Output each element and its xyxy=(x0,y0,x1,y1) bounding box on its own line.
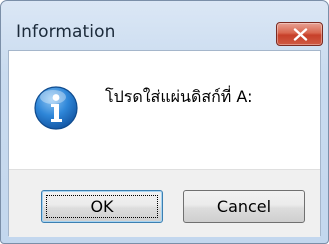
close-button[interactable] xyxy=(276,22,323,46)
info-icon xyxy=(34,86,78,130)
message-area: โปรดใส่แผ่นดิสก์ที่ A: xyxy=(9,51,320,169)
close-icon xyxy=(293,28,308,41)
cancel-button[interactable]: Cancel xyxy=(183,190,305,223)
focus-rectangle xyxy=(46,195,158,218)
button-bar: OK Cancel xyxy=(9,169,320,237)
dialog-client-area: โปรดใส่แผ่นดิสก์ที่ A: OK Cancel xyxy=(8,50,321,237)
information-dialog: Information โปรดใส่แผ่นดิสก์ที่ A: OK Ca… xyxy=(0,0,329,244)
cancel-button-label: Cancel xyxy=(216,197,272,216)
window-title: Information xyxy=(16,22,116,42)
ok-button[interactable]: OK xyxy=(41,190,163,223)
title-bar[interactable]: Information xyxy=(0,0,329,46)
message-text: โปรดใส่แผ่นดิสก์ที่ A: xyxy=(105,87,253,106)
